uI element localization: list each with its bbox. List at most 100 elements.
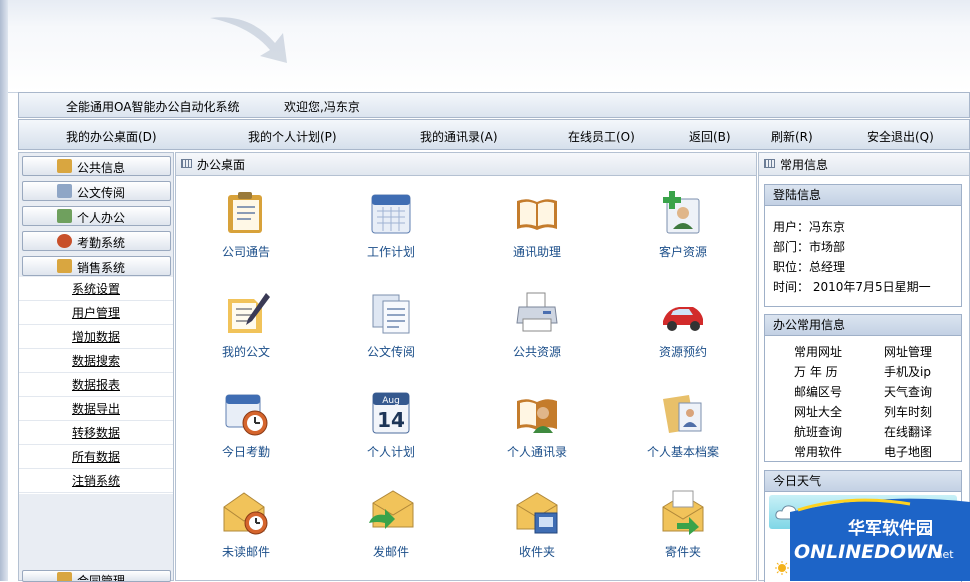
- customer-card-icon: [663, 191, 700, 234]
- mail-clock-icon: [223, 492, 268, 535]
- sidebar-category-personal[interactable]: 个人办公: [22, 206, 171, 226]
- document-icon: [57, 184, 72, 198]
- app-personal-file[interactable]: 个人基本档案: [618, 389, 748, 469]
- app-unread-mail[interactable]: 未读邮件: [181, 489, 311, 569]
- link-common-software[interactable]: 常用软件: [794, 443, 842, 460]
- calendar-clock-icon: [225, 394, 268, 436]
- app-personal-plan[interactable]: Aug 14 个人计划: [326, 389, 456, 469]
- app-label: 工作计划: [366, 245, 415, 259]
- app-label: 资源预约: [658, 345, 707, 359]
- app-resource-booking[interactable]: 资源预约: [618, 289, 748, 369]
- nav-refresh[interactable]: 刷新(R): [771, 128, 813, 145]
- office-links-title: 办公常用信息: [765, 315, 961, 336]
- svg-text:Aug: Aug: [382, 396, 400, 406]
- sidebar: 公共信息 公文传阅 个人办公 考勤系统 销售系统 系统设置 用户管理 增加数据 …: [18, 152, 174, 582]
- app-public-resources[interactable]: 公共资源: [472, 289, 602, 369]
- app-company-notice[interactable]: 公司通告: [181, 189, 311, 269]
- app-inbox[interactable]: 收件夹: [472, 489, 602, 569]
- documents-icon: [372, 294, 410, 334]
- personal-file-icon: [663, 395, 702, 433]
- app-label: 发邮件: [372, 545, 409, 559]
- submenu-add-data[interactable]: 增加数据: [19, 325, 173, 349]
- sidebar-category-label: 个人办公: [77, 211, 126, 225]
- system-name: 全能通用OA智能办公自动化系统: [66, 100, 240, 114]
- submenu-all-data[interactable]: 所有数据: [19, 445, 173, 469]
- contact-book-icon: [517, 399, 557, 433]
- login-info-title: 登陆信息: [765, 185, 961, 206]
- office-links-box: 办公常用信息 常用网址 万 年 历 邮编区号 网址大全 航班查询 常用软件 网址…: [764, 314, 962, 462]
- link-map[interactable]: 电子地图: [884, 443, 932, 460]
- link-common-sites[interactable]: 常用网址: [794, 343, 842, 360]
- submenu-user-management[interactable]: 用户管理: [19, 301, 173, 325]
- link-weather[interactable]: 天气查询: [884, 383, 932, 400]
- app-send-mail[interactable]: 发邮件: [326, 489, 456, 569]
- title-bar: 全能通用OA智能办公自动化系统 欢迎您,冯东京: [18, 92, 970, 118]
- submenu-system-settings[interactable]: 系统设置: [19, 277, 173, 301]
- submenu-transfer-data[interactable]: 转移数据: [19, 421, 173, 445]
- submenu-search-data[interactable]: 数据搜索: [19, 349, 173, 373]
- link-postcode[interactable]: 邮编区号: [794, 383, 842, 400]
- nav-logout[interactable]: 安全退出(Q): [867, 128, 934, 145]
- notice-board-icon: [228, 192, 262, 233]
- login-time: 时间： 2010年7月5日星期一: [773, 280, 931, 294]
- svg-text:ONLINEDOWN: ONLINEDOWN: [794, 541, 943, 563]
- app-contact-assistant[interactable]: 通讯助理: [472, 189, 602, 269]
- document-pen-icon: [228, 293, 270, 333]
- link-site-management[interactable]: 网址管理: [884, 343, 932, 360]
- sidebar-category-contracts[interactable]: 合同管理: [22, 570, 171, 582]
- mail-send-icon: [369, 490, 414, 529]
- sidebar-category-label: 销售系统: [77, 261, 126, 275]
- grid-icon: [181, 159, 192, 168]
- submenu-export-data[interactable]: 数据导出: [19, 397, 173, 421]
- submenu-logout[interactable]: 注销系统: [19, 469, 173, 493]
- link-flight-search[interactable]: 航班查询: [794, 423, 842, 440]
- app-work-plan[interactable]: 工作计划: [326, 189, 456, 269]
- sidebar-category-documents[interactable]: 公文传阅: [22, 181, 171, 201]
- app-label: 我的公文: [221, 345, 270, 359]
- calendar-date-icon: Aug 14: [372, 392, 410, 434]
- nav-my-contacts[interactable]: 我的通讯录(A): [420, 128, 498, 145]
- app-outbox[interactable]: 寄件夹: [618, 489, 748, 569]
- app-label: 客户资源: [658, 245, 707, 259]
- nav-my-plan[interactable]: 我的个人计划(P): [248, 128, 337, 145]
- sidebar-category-public-info[interactable]: 公共信息: [22, 156, 171, 176]
- info-panel-title: 常用信息: [780, 158, 829, 172]
- calendar-icon: [371, 194, 411, 234]
- app-label: 收件夹: [518, 545, 555, 559]
- app-my-documents[interactable]: 我的公文: [181, 289, 311, 369]
- nav-my-desktop[interactable]: 我的办公桌面(D): [66, 128, 157, 145]
- app-today-attendance[interactable]: 今日考勤: [181, 389, 311, 469]
- sales-submenu: 系统设置 用户管理 增加数据 数据搜索 数据报表 数据导出 转移数据 所有数据 …: [19, 277, 173, 494]
- login-dept: 部门：市场部: [773, 240, 846, 254]
- grid-icon: [764, 159, 775, 168]
- app-label: 未读邮件: [221, 545, 270, 559]
- desktop-panel-title: 办公桌面: [197, 158, 246, 172]
- nav-online-staff[interactable]: 在线员工(O): [568, 128, 635, 145]
- main-nav: 我的办公桌面(D) 我的个人计划(P) 我的通讯录(A) 在线员工(O) 返回(…: [18, 119, 970, 150]
- box-icon: [57, 259, 72, 273]
- submenu-data-report[interactable]: 数据报表: [19, 373, 173, 397]
- sidebar-category-sales[interactable]: 销售系统: [22, 256, 171, 276]
- app-label: 个人计划: [366, 445, 415, 459]
- svg-text:14: 14: [377, 408, 405, 432]
- welcome-text: 欢迎您,冯东京: [284, 100, 360, 114]
- nav-back[interactable]: 返回(B): [689, 128, 731, 145]
- app-customer-resources[interactable]: 客户资源: [618, 189, 748, 269]
- link-site-directory[interactable]: 网址大全: [794, 403, 842, 420]
- app-personal-contacts[interactable]: 个人通讯录: [472, 389, 602, 469]
- link-phone-ip[interactable]: 手机及ip: [884, 363, 931, 380]
- app-label: 今日考勤: [221, 445, 270, 459]
- login-position: 职位：总经理: [773, 260, 846, 274]
- login-info-box: 登陆信息 用户：冯东京 部门：市场部 职位：总经理 时间： 2010年7月5日星…: [764, 184, 962, 307]
- printer-icon: [516, 292, 558, 332]
- app-label: 个人通讯录: [506, 445, 567, 459]
- clock-icon: [57, 234, 72, 248]
- banner-arrow-decoration: [210, 17, 287, 63]
- person-icon: [57, 209, 72, 223]
- link-train-timetable[interactable]: 列车时刻: [884, 403, 932, 420]
- app-document-circulation[interactable]: 公文传阅: [326, 289, 456, 369]
- sidebar-category-attendance[interactable]: 考勤系统: [22, 231, 171, 251]
- link-translate[interactable]: 在线翻译: [884, 423, 932, 440]
- info-panel-header: 常用信息: [759, 153, 969, 176]
- link-calendar[interactable]: 万 年 历: [794, 363, 838, 380]
